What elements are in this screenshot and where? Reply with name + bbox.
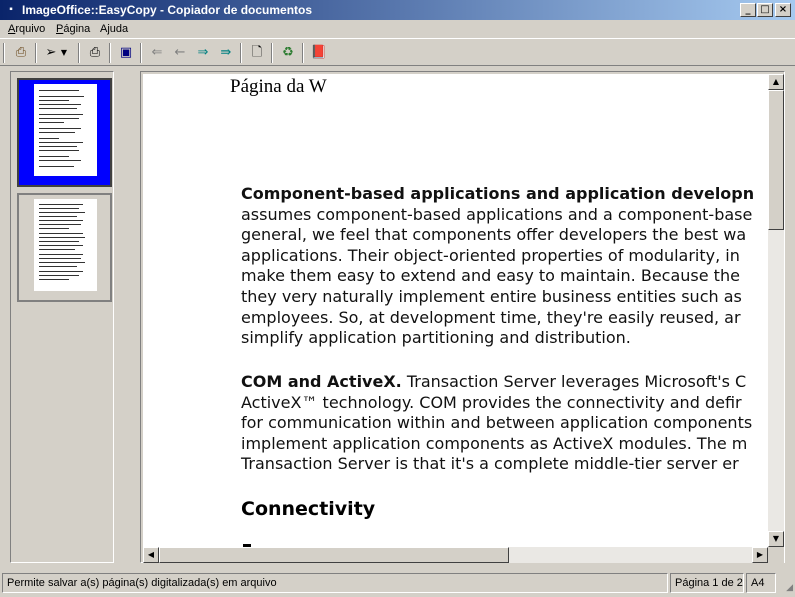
minimize-button[interactable]: _ xyxy=(740,3,756,17)
horizontal-scroll-thumb[interactable] xyxy=(159,547,509,563)
thumbnail-panel xyxy=(10,71,114,563)
menu-pagina[interactable]: Página xyxy=(56,23,90,35)
thumbnail-page-image xyxy=(34,84,97,176)
paragraph-com-activex: COM and ActiveX. Transaction Server leve… xyxy=(241,372,753,474)
toolbar-separator xyxy=(109,43,111,63)
window-title: ImageOffice::EasyCopy - Copiador de docu… xyxy=(22,3,313,17)
scrollbar-corner xyxy=(768,547,784,563)
help-book-icon[interactable]: 📕 xyxy=(309,43,329,63)
resize-grip-icon[interactable]: ◢ xyxy=(786,582,793,593)
save-icon[interactable]: ▣ xyxy=(116,43,136,63)
scroll-down-arrow-icon[interactable]: ▼ xyxy=(768,531,784,547)
vertical-scrollbar[interactable]: ▲ ▼ xyxy=(768,74,784,547)
status-page-count: Página 1 de 2 xyxy=(670,573,744,593)
status-paper-size: A4 xyxy=(746,573,776,593)
prev-page-icon[interactable]: ← xyxy=(170,43,190,63)
dropdown-arrow-icon[interactable]: ▼ xyxy=(58,43,70,63)
scanner-icon[interactable]: ⎙ xyxy=(11,43,31,63)
print-icon[interactable]: ⎙ xyxy=(85,43,105,63)
toolbar: ⎙ ➢ ▼ ⎙ ▣ ⇐ ← ⇒ ⇛ 🗋 ♻ 📕 xyxy=(0,38,795,66)
horizontal-scrollbar[interactable]: ◀ ▶ xyxy=(143,547,768,563)
page-header-text: Página da W xyxy=(230,76,327,97)
thumbnail-page-image xyxy=(34,199,97,291)
scroll-right-arrow-icon[interactable]: ▶ xyxy=(752,547,768,563)
menu-ajuda[interactable]: Ajuda xyxy=(100,23,128,35)
document-page[interactable]: Página da W Component-based applications… xyxy=(143,74,768,547)
scroll-up-arrow-icon[interactable]: ▲ xyxy=(768,74,784,90)
document-viewer: Página da W Component-based applications… xyxy=(140,71,785,563)
toolbar-separator xyxy=(302,43,304,63)
maximize-button[interactable]: □ xyxy=(757,3,773,17)
recycle-icon[interactable]: ♻ xyxy=(278,43,298,63)
paragraph-component-based: Component-based applications and applica… xyxy=(241,184,755,348)
vertical-scroll-thumb[interactable] xyxy=(768,90,784,230)
status-bar: Permite salvar a(s) página(s) digitaliza… xyxy=(0,571,795,597)
toolbar-grip xyxy=(3,43,5,63)
close-button[interactable]: × xyxy=(775,3,791,17)
app-icon[interactable]: ▪ xyxy=(4,3,18,17)
toolbar-separator xyxy=(78,43,80,63)
first-page-icon[interactable]: ⇐ xyxy=(147,43,167,63)
scroll-left-arrow-icon[interactable]: ◀ xyxy=(143,547,159,563)
page-thumbnail-2[interactable] xyxy=(17,193,112,302)
toolbar-separator xyxy=(240,43,242,63)
page-thumbnail-1[interactable] xyxy=(17,78,112,187)
document-icon[interactable]: 🗋 xyxy=(247,43,267,63)
next-page-icon[interactable]: ⇒ xyxy=(193,43,213,63)
toolbar-separator xyxy=(35,43,37,63)
section-heading: Connectivity xyxy=(241,498,376,520)
last-page-icon[interactable]: ⇛ xyxy=(216,43,236,63)
status-message: Permite salvar a(s) página(s) digitaliza… xyxy=(2,573,668,593)
toolbar-separator xyxy=(140,43,142,63)
menu-arquivo[interactable]: Arquivo xyxy=(8,23,45,35)
menu-bar: Arquivo Página Ajuda xyxy=(0,20,795,38)
title-bar: ▪ ImageOffice::EasyCopy - Copiador de do… xyxy=(0,0,795,20)
toolbar-separator xyxy=(271,43,273,63)
